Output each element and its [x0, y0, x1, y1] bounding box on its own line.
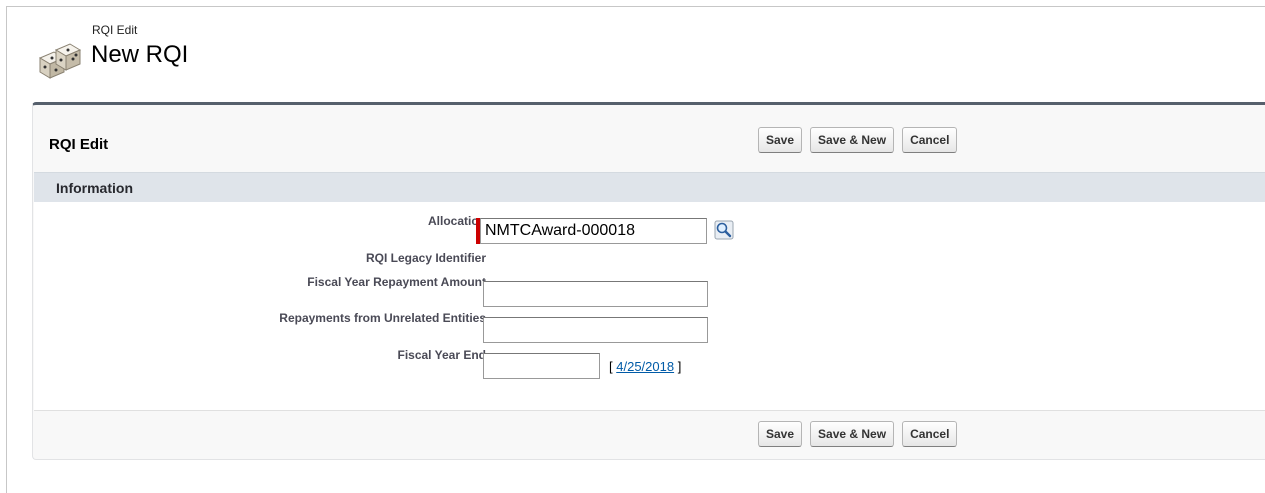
lookup-magnifier-icon[interactable] [714, 220, 734, 240]
section-header-information: Information [34, 172, 1265, 202]
repayments-unrelated-label: Repayments from Unrelated Entities [279, 311, 486, 325]
fiscal-year-end-label: Fiscal Year End [397, 348, 487, 362]
detail-fields: Allocation RQI Legacy Identifier Fiscal … [34, 202, 1265, 411]
page-header: RQI Edit New RQI [34, 22, 634, 92]
date-bracket-open: [ [609, 359, 613, 374]
legacy-identifier-label: RQI Legacy Identifier [365, 251, 486, 265]
block-title: RQI Edit [49, 136, 109, 153]
save-button[interactable]: Save [758, 127, 803, 153]
fy-repayment-amount-label: Fiscal Year Repayment Amount [307, 275, 486, 289]
bottom-button-row: Save Save & New Cancel [758, 421, 958, 447]
edit-block: RQI Edit Save Save & New Cancel Informat… [32, 102, 1265, 460]
date-bracket-close: ] [677, 359, 682, 374]
allocation-field-wrap [476, 218, 736, 244]
page-title: New RQI [91, 41, 189, 68]
repayments-unrelated-input[interactable] [483, 317, 708, 343]
fy-repayment-amount-input[interactable] [483, 281, 708, 307]
save-and-new-button-bottom[interactable]: Save & New [810, 421, 895, 447]
dice-icon [38, 43, 82, 79]
cancel-button[interactable]: Cancel [902, 127, 958, 153]
save-and-new-button[interactable]: Save & New [810, 127, 895, 153]
section-title: Information [56, 180, 133, 196]
fiscal-year-end-input[interactable] [483, 353, 600, 379]
today-date-helper: [ 4/25/2018 ] [609, 359, 681, 374]
top-button-row: Save Save & New Cancel [758, 127, 958, 153]
allocation-input[interactable] [480, 218, 707, 244]
page-type: RQI Edit [92, 23, 138, 37]
save-button-bottom[interactable]: Save [758, 421, 803, 447]
today-date-link[interactable]: 4/25/2018 [616, 359, 674, 374]
cancel-button-bottom[interactable]: Cancel [902, 421, 958, 447]
